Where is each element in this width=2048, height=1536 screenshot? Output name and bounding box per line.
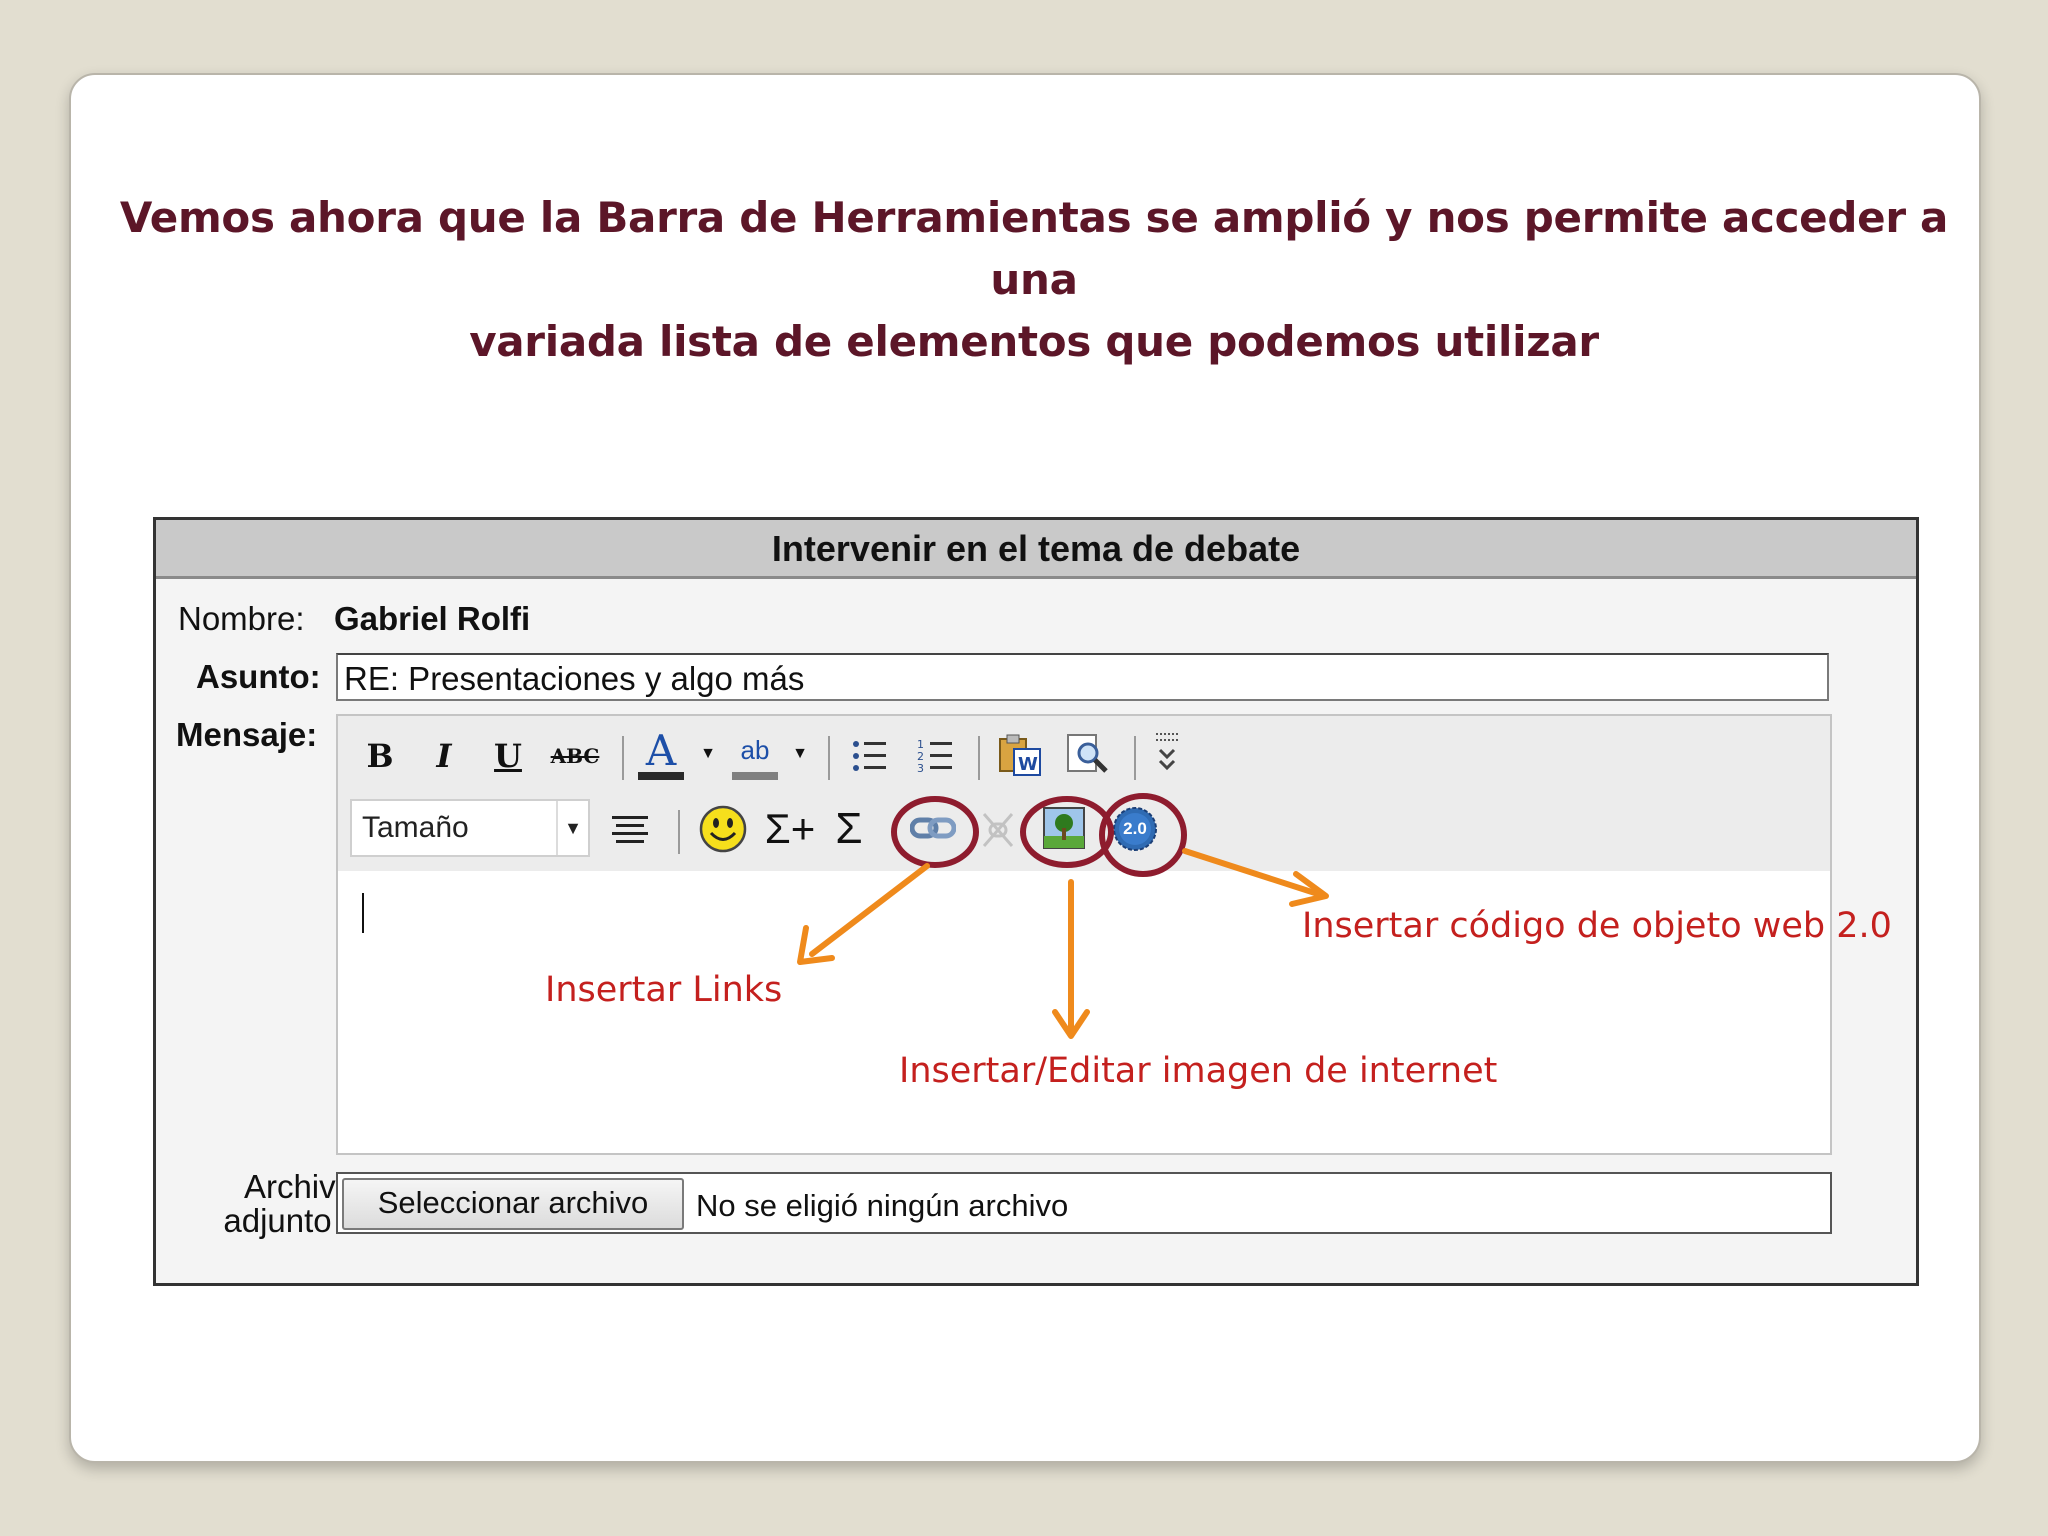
web2-highlight-circle bbox=[1099, 793, 1187, 877]
annotation-insert-links: Insertar Links bbox=[545, 970, 783, 1010]
annotation-insert-image: Insertar/Editar imagen de internet bbox=[899, 1051, 1498, 1091]
links-arrow-line bbox=[809, 863, 930, 957]
annotation-overlay bbox=[797, 793, 1329, 1039]
image-highlight-circle bbox=[1020, 796, 1114, 868]
link-highlight-circle bbox=[891, 796, 979, 868]
annotation-insert-web2: Insertar código de objeto web 2.0 bbox=[1302, 906, 1892, 946]
